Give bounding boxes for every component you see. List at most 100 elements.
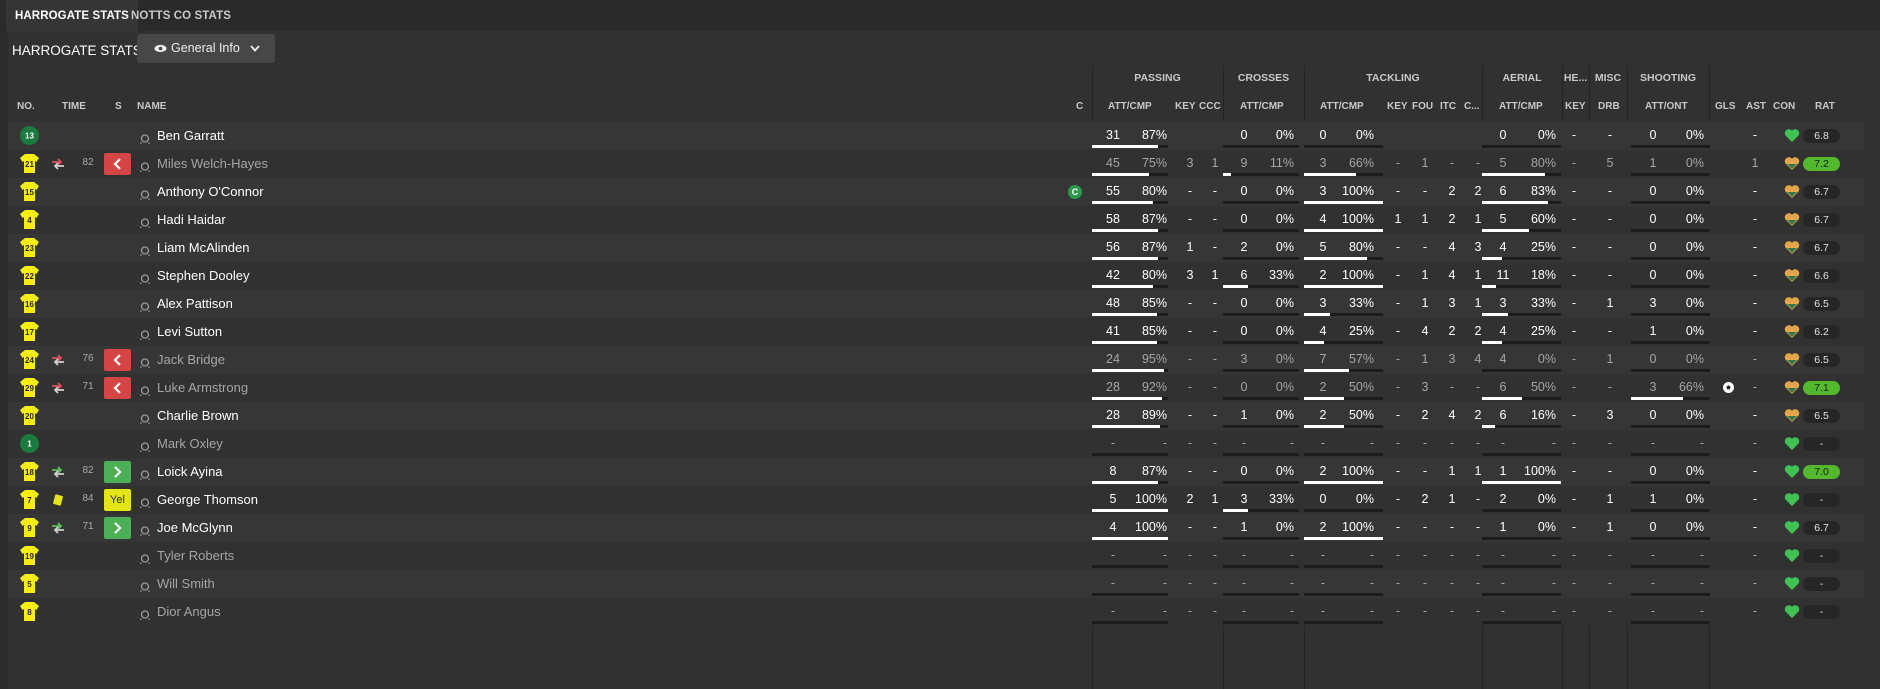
col-header-gls[interactable]: GLS [1715,101,1736,112]
player-name[interactable]: Liam McAlinden [157,240,250,255]
col-header-fou[interactable]: FOU [1412,101,1433,112]
col-header-tack-c[interactable]: C... [1464,101,1480,112]
col-header-key[interactable]: KEY [1175,101,1196,112]
player-name[interactable]: Anthony O'Connor [157,184,264,199]
player-name[interactable]: Dior Angus [157,604,221,619]
keeper-shirt-number: 13 [19,125,40,146]
yellow-card-badge[interactable]: Yel [104,489,131,511]
col-header-tack-key[interactable]: KEY [1387,101,1408,112]
table-row[interactable]: 18 82 Loick Ayina 8 87% - - 0 0% 2 100% - - 1 1 1 100% - -… [8,458,1864,486]
fouls: - [1422,520,1428,534]
player-name[interactable]: Will Smith [157,576,215,591]
col-header-tack-attcmp[interactable]: ATT/CMP [1320,101,1364,112]
aerial-bar [1482,481,1561,484]
table-row[interactable]: 8 Dior Angus - - - - - - - - - - - - - - - - - - - - [8,598,1864,626]
col-header-name[interactable]: NAME [137,101,166,112]
table-row[interactable]: 1 Mark Oxley - - - - - - - - - - - - - - - - - - - - [8,430,1864,458]
player-name[interactable]: Jack Bridge [157,352,225,367]
col-header-rat[interactable]: RAT [1815,101,1835,112]
col-header-cross-attcmp[interactable]: ATT/CMP [1240,101,1284,112]
tab-harrogate-stats[interactable]: HARROGATE STATS [6,0,138,31]
aerial-att: 5 [1499,212,1507,226]
tackle-bar-fill [1304,425,1344,428]
col-header-aer-attcmp[interactable]: ATT/CMP [1499,101,1543,112]
col-header-pass-attcmp[interactable]: ATT/CMP [1108,101,1152,112]
cross-bar-fill [1223,509,1248,512]
player-name[interactable]: Miles Welch-Hayes [157,156,268,171]
col-header-s[interactable]: S [115,101,122,112]
aerial-att: 6 [1499,380,1507,394]
sub-on-button[interactable] [104,461,131,483]
table-row[interactable]: 22 Stephen Dooley 42 80% 3 1 6 33% 2 100% -1 4 1 11 18… [8,262,1864,290]
col-header-he-key[interactable]: KEY [1565,101,1586,112]
col-header-con[interactable]: CON [1773,101,1795,112]
table-row[interactable]: 9 71 Joe McGlynn 4 100% - -1 0% 2 100% - - - -1 0% -1 0 0… [8,514,1864,542]
tackle-att: 7 [1319,352,1327,366]
dribbles: - [1607,436,1613,450]
col-header-c[interactable]: C [1076,101,1083,112]
table-row[interactable]: 4 Hadi Haidar 58 87% - - 0 0% 4 100% 1 1 2 1 5 60% - - 0 0%… [8,206,1864,234]
yellow-card-icon [50,493,66,507]
table-row[interactable]: 13 Ben Garratt 31 87% 0 0% 0 0% 0 0% - - 0 0% - 6.8 [8,122,1864,150]
table-row[interactable]: 21 82 Miles Welch-Hayes 45 75% 3 1 9 11% 3 66% - 1 - -… [8,150,1864,178]
col-header-time[interactable]: TIME [62,101,86,112]
table-row[interactable]: 23 Liam McAlinden 56 87% 1 - 2 0% 5 80% - - 4 3 4 25% - -… [8,234,1864,262]
player-name[interactable]: Joe McGlynn [157,520,233,535]
sub-off-button[interactable] [104,153,131,175]
player-name[interactable]: Loick Ayina [157,464,223,479]
pass-cmp-pct: 80% [1141,268,1167,282]
player-name[interactable]: Charlie Brown [157,408,239,423]
tab-notts-co-stats[interactable]: NOTTS CO STATS [122,0,240,31]
player-name[interactable]: Alex Pattison [157,296,233,311]
table-row[interactable]: 29 71 Luke Armstrong 28 92% - - 0 0% 2 50% - 3 - - 6 50%… [8,374,1864,402]
aerial-bar-fill [1482,173,1545,176]
player-name[interactable]: Hadi Haidar [157,212,226,227]
player-name[interactable]: Tyler Roberts [157,548,234,563]
table-row[interactable]: 7 84 Yel George Thomson 5 100% 2 1 3 33% 0 0% - 2 1 - 2 0… [8,486,1864,514]
player-name[interactable]: Levi Sutton [157,324,222,339]
sub-on-button[interactable] [104,517,131,539]
dribbles: - [1607,240,1613,254]
player-name[interactable]: Ben Garratt [157,128,224,143]
col-header-no[interactable]: NO. [17,101,35,112]
player-name[interactable]: Mark Oxley [157,436,223,451]
tackle-bar-fill [1304,285,1383,288]
sub-off-button[interactable] [104,349,131,371]
shirt-number: 4 [19,209,40,230]
sub-off-button[interactable] [104,377,131,399]
player-icon [140,495,150,508]
table-row[interactable]: 5 Will Smith - - - - - - - - - - - - - - - - - - - - [8,570,1864,598]
aerial-bar [1482,285,1561,288]
table-row[interactable]: 19 Tyler Roberts - - - - - - - - - - - - - - - - - - - - [8,542,1864,570]
cross-att: - [1241,436,1247,450]
cross-att: 0 [1240,128,1248,142]
tackle-att: 3 [1319,296,1327,310]
table-row[interactable]: 20 Charlie Brown 28 89% - - 1 0% 2 50% - 2 4 2 6 16% - 3 0… [8,402,1864,430]
col-header-ast[interactable]: AST [1746,101,1766,112]
player-name[interactable]: Luke Armstrong [157,380,248,395]
header-key: - [1571,352,1577,366]
pass-att: - [1110,548,1116,562]
table-row[interactable]: 15 Anthony O'Connor C 55 80% - - 0 0% 3 100% - - 2 2 6 8… [8,178,1864,206]
table-row[interactable]: 17 Levi Sutton 41 85% - - 0 0% 4 25% - 4 2 2 4 25% - - 1 0%… [8,318,1864,346]
player-name[interactable]: George Thomson [157,492,258,507]
rating-badge: 6.5 [1803,297,1840,311]
table-row[interactable]: 16 Alex Pattison 48 85% - - 0 0% 3 33% - 1 3 1 3 33% - 1 3… [8,290,1864,318]
shot-att: 0 [1649,408,1657,422]
key-tackles: - [1395,240,1401,254]
aerial-att: 4 [1499,240,1507,254]
shirt-number: 9 [19,517,40,538]
key-tackles: - [1395,156,1401,170]
cross-att: 1 [1240,520,1248,534]
header-key: - [1571,156,1577,170]
col-header-shot-attont[interactable]: ATT/ONT [1645,101,1688,112]
col-header-ccc[interactable]: CCC [1199,101,1221,112]
group-header-crosses: CROSSES [1237,72,1290,84]
table-row[interactable]: 24 76 Jack Bridge 24 95% - - 3 0% 7 57% - 1 3 4 4 0% - 1 0 0… [8,346,1864,374]
view-dropdown[interactable]: General Info [137,34,275,63]
dribbles: 1 [1606,520,1614,534]
player-name[interactable]: Stephen Dooley [157,268,250,283]
col-header-itc[interactable]: ITC [1440,101,1456,112]
assists: - [1752,240,1758,254]
col-header-drb[interactable]: DRB [1598,101,1620,112]
